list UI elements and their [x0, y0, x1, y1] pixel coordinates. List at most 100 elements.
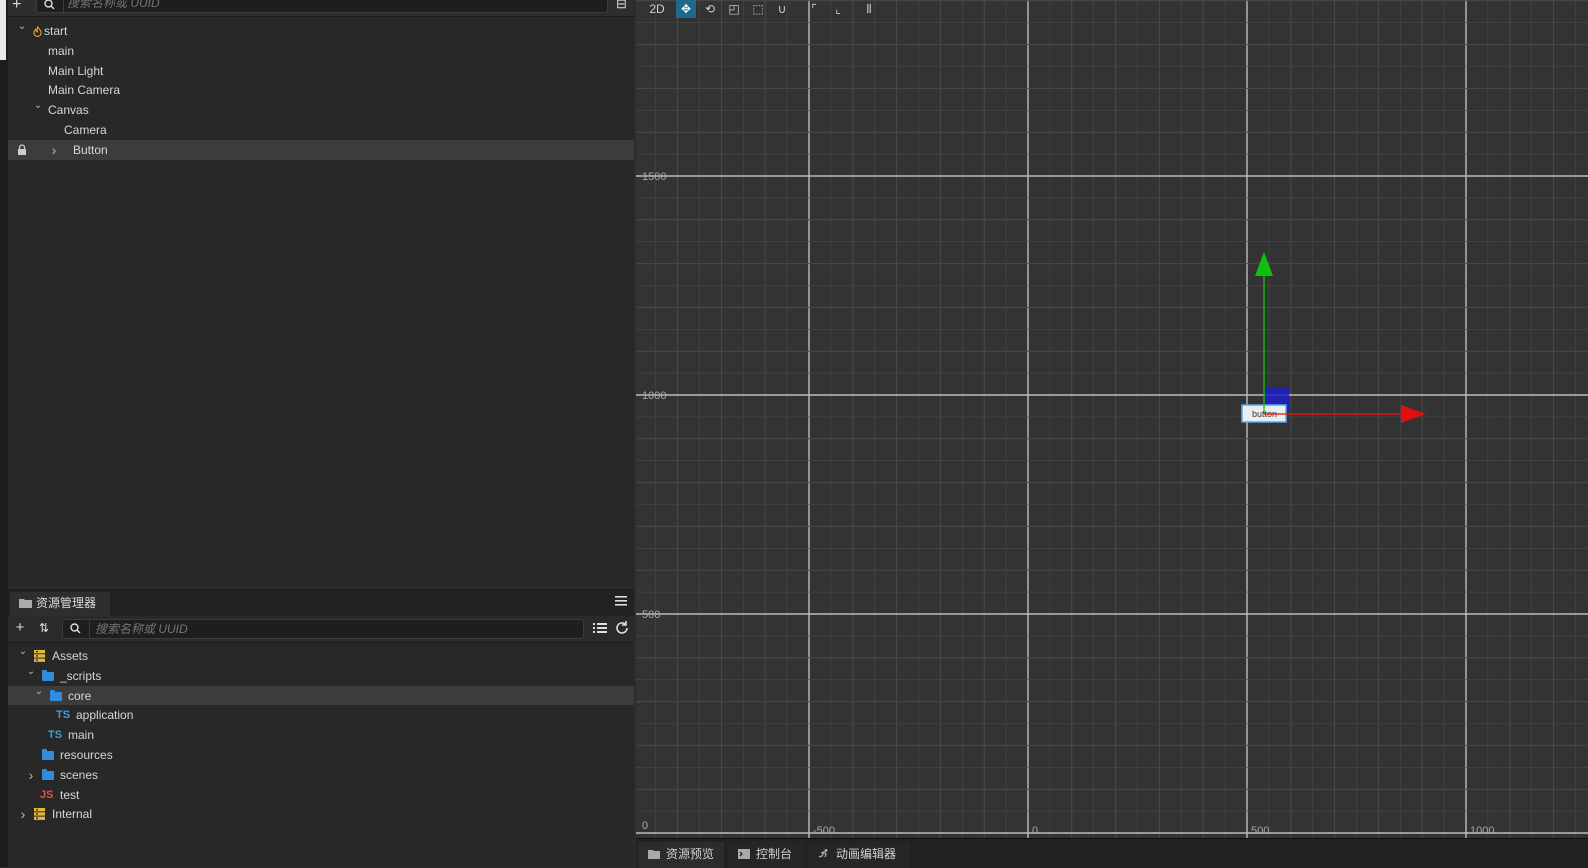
hierarchy-tree: ⌄ start main Main Light Main Camera ⌄ Canvas Ca… — [8, 21, 634, 160]
y-axis-label: 0 — [642, 820, 648, 832]
chevron-down-icon[interactable]: ⌄ — [18, 642, 28, 662]
database-icon — [34, 808, 45, 821]
asset-item-label: application — [76, 708, 134, 723]
hierarchy-toolbar: + ⊟ — [8, 0, 634, 17]
asset-item[interactable]: ⌄ core — [8, 685, 634, 706]
chevron-right-icon[interactable]: › — [49, 140, 59, 160]
hierarchy-panel: + ⊟ ⌄startmainMain LightMain Camera⌄Canv… — [8, 0, 634, 588]
asset-item-label: _scripts — [60, 668, 102, 683]
folder-icon — [19, 599, 32, 608]
hierarchy-node-label: Main Camera — [48, 83, 121, 98]
hierarchy-node-label: Camera — [64, 122, 107, 137]
typescript-icon: TS — [56, 709, 71, 722]
hierarchy-node[interactable]: ⌄ start — [8, 21, 634, 41]
hierarchy-node[interactable]: ⌄ Canvas — [8, 100, 634, 120]
assets-toolbar: + ⇅ — [8, 616, 634, 643]
chevron-down-icon[interactable]: ⌄ — [17, 17, 27, 37]
asset-item[interactable]: › scenes — [8, 765, 634, 785]
chevron-right-icon[interactable]: › — [26, 765, 36, 785]
folder-icon — [648, 850, 660, 859]
tab-animation-editor[interactable]: 动画编辑器 — [808, 842, 910, 868]
asset-item[interactable]: › Internal — [8, 804, 634, 824]
search-separator — [89, 620, 90, 638]
hierarchy-node[interactable]: Camera — [8, 120, 634, 140]
tab-console-label: 控制台 — [756, 847, 793, 861]
asset-item-label: Assets — [52, 649, 89, 663]
menu-icon[interactable] — [614, 594, 628, 608]
assets-panel: 资源管理器 + ⇅ ⌄Assets⌄_scripts⌄coreTSapplica… — [8, 589, 634, 867]
add-asset-icon[interactable]: + — [12, 620, 28, 636]
sort-icon[interactable]: ⇅ — [36, 620, 52, 636]
tab-assets[interactable]: 资源管理器 — [10, 592, 110, 616]
scale-tool-icon[interactable]: ◰ — [724, 0, 744, 18]
asset-item[interactable]: TS application — [8, 705, 634, 725]
chevron-down-icon[interactable]: ⌄ — [34, 682, 44, 702]
assets-tabbar: 资源管理器 — [8, 589, 634, 616]
tab-asset-preview-label: 资源预览 — [666, 847, 715, 861]
mode-2d-button[interactable]: 2D — [646, 0, 668, 18]
hierarchy-search[interactable] — [36, 0, 608, 13]
tab-animation-editor-label: 动画编辑器 — [836, 847, 897, 861]
bottom-tabbar: 资源预览 控制台 动画编辑器 — [636, 838, 1588, 868]
assets-search[interactable] — [62, 619, 584, 639]
move-tool-icon[interactable]: ✥ — [676, 0, 696, 18]
chevron-down-icon[interactable]: ⌄ — [26, 662, 36, 682]
hierarchy-node-label: start — [44, 24, 68, 38]
hierarchy-node[interactable]: Main Camera — [8, 80, 634, 100]
hierarchy-search-input[interactable] — [67, 0, 587, 10]
tab-console[interactable]: 控制台 — [728, 842, 804, 868]
refresh-icon[interactable] — [614, 620, 630, 636]
hierarchy-node-label: Canvas — [48, 103, 89, 118]
search-icon — [70, 623, 81, 634]
list-view-icon[interactable] — [592, 620, 608, 636]
local-global-icon[interactable]: ⌞ — [828, 0, 848, 18]
lock-icon[interactable] — [17, 144, 27, 155]
tab-assets-label: 资源管理器 — [36, 596, 97, 610]
left-edge-strip — [0, 0, 8, 867]
x-axis-label: 1000 — [1470, 825, 1494, 837]
search-icon — [44, 0, 55, 10]
add-node-icon[interactable]: + — [12, 0, 28, 13]
folder-icon — [50, 689, 62, 701]
folder-icon — [42, 669, 54, 681]
tab-asset-preview[interactable]: 资源预览 — [638, 842, 724, 868]
asset-item[interactable]: JS test — [8, 785, 634, 805]
scene-view[interactable]: 150010005000-50005001000button 2D ✥ ⟲ ◰ … — [636, 0, 1588, 838]
asset-item-label: test — [60, 787, 80, 802]
x-axis-label: 0 — [1032, 825, 1038, 837]
scene-icon — [33, 26, 42, 37]
hierarchy-node[interactable]: Main Light — [8, 61, 634, 81]
asset-item[interactable]: TS main — [8, 725, 634, 745]
chevron-down-icon[interactable]: ⌄ — [33, 96, 43, 116]
asset-item-label: resources — [60, 747, 113, 762]
assets-tree: ⌄ Assets ⌄ _scripts ⌄ core TS application TS main… — [8, 646, 634, 824]
rect-tool-icon[interactable]: ⬚ — [748, 0, 768, 18]
scene-grid: 150010005000-50005001000button — [636, 0, 1588, 838]
x-axis-label: 500 — [1251, 825, 1269, 837]
hierarchy-node-label: Main Light — [48, 63, 104, 78]
hierarchy-node[interactable]: › Button — [8, 139, 634, 160]
hierarchy-node[interactable]: main — [8, 41, 634, 61]
asset-item[interactable]: ⌄ Assets — [8, 646, 634, 666]
collapse-all-icon[interactable]: ⊟ — [616, 0, 630, 11]
folder-icon — [42, 768, 54, 780]
assets-search-input[interactable] — [95, 621, 575, 637]
chevron-right-icon[interactable]: › — [18, 804, 28, 824]
asset-item-label: Internal — [52, 807, 93, 822]
y-axis-label: 500 — [642, 609, 660, 621]
pivot-icon[interactable]: ⌜ — [804, 0, 824, 18]
asset-item[interactable]: resources — [8, 745, 634, 765]
asset-item-label: scenes — [60, 767, 99, 782]
asset-item-label: main — [68, 728, 95, 743]
align-icon[interactable]: ⫴ — [858, 0, 880, 18]
javascript-icon: JS — [40, 788, 54, 801]
search-separator — [63, 0, 64, 12]
magnet-snap-icon[interactable]: ∪ — [772, 0, 792, 18]
left-edge-highlight — [0, 0, 6, 60]
asset-item-label: core — [68, 688, 92, 703]
asset-item[interactable]: ⌄ _scripts — [8, 666, 634, 686]
rotate-tool-icon[interactable]: ⟲ — [700, 0, 720, 18]
database-icon — [34, 650, 45, 662]
terminal-icon — [738, 849, 750, 859]
y-axis-label: 1500 — [642, 171, 666, 183]
